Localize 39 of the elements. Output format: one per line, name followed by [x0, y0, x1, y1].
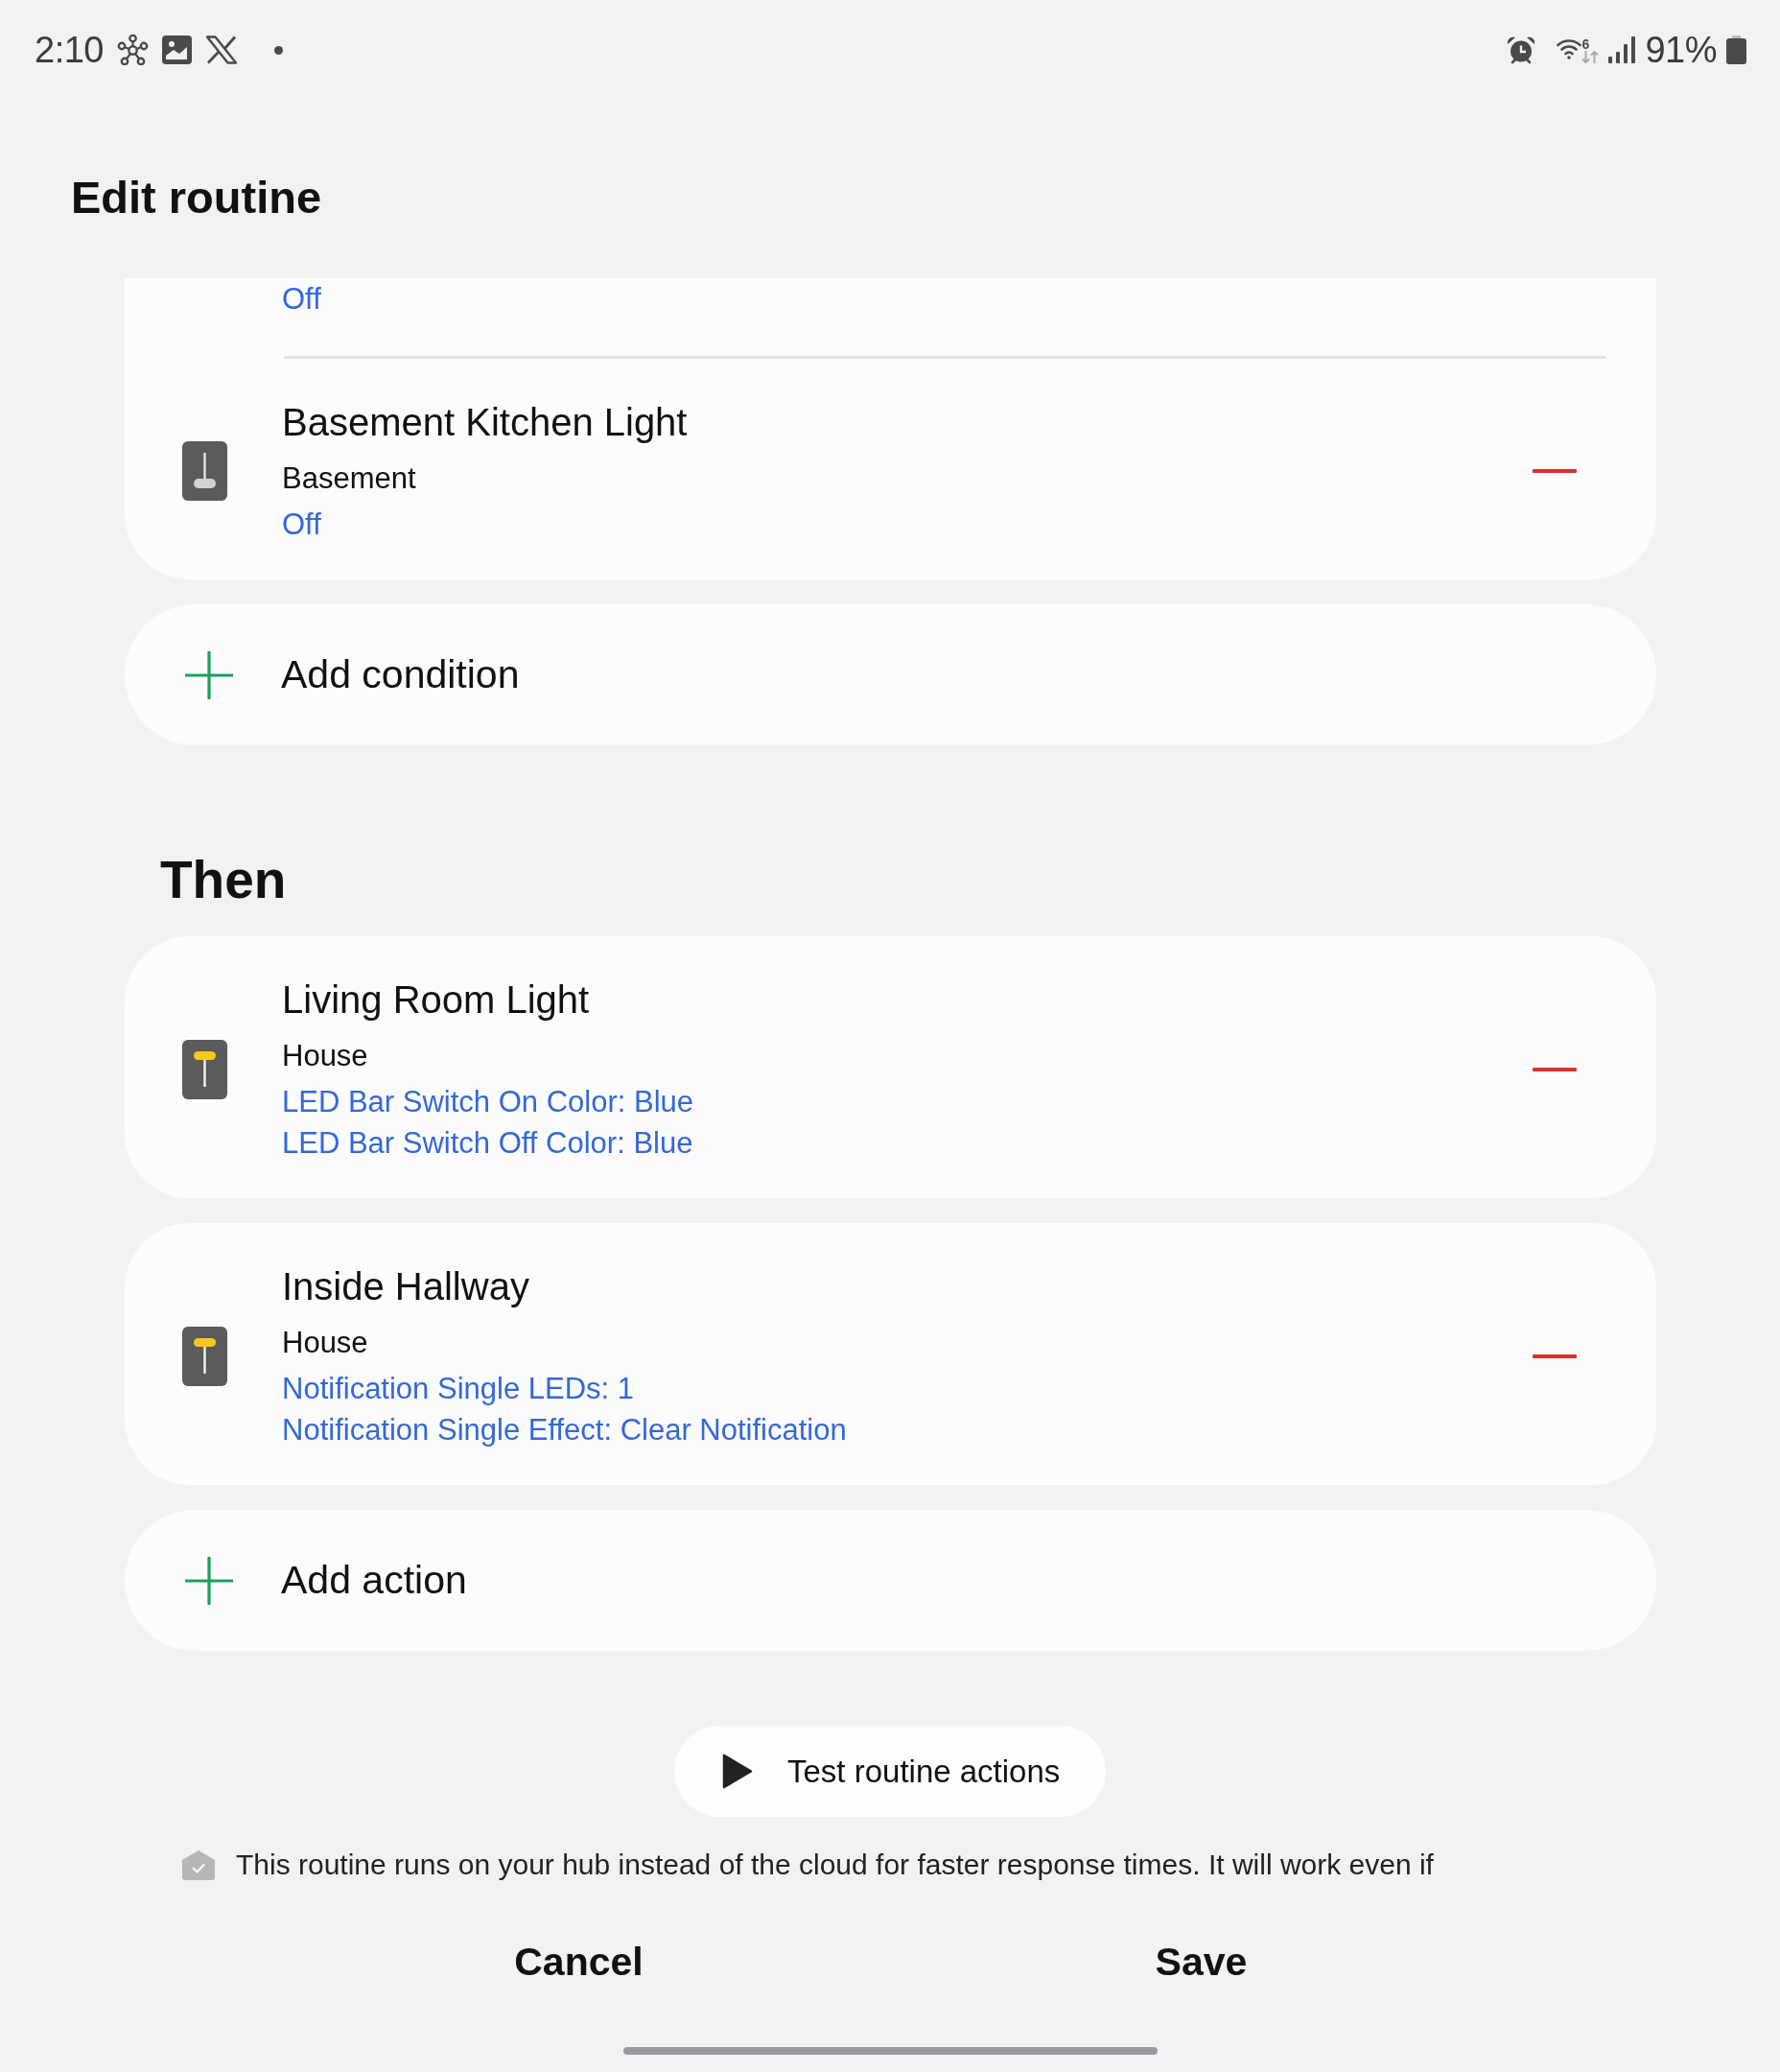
battery-icon: [1726, 35, 1746, 64]
device-location: House: [282, 1038, 368, 1074]
device-status: Off: [282, 281, 321, 318]
network-nodes-icon: [116, 35, 149, 65]
plus-icon: [185, 1556, 233, 1605]
device-status: Off: [282, 506, 321, 543]
save-button[interactable]: Save: [890, 1919, 1512, 2005]
play-icon: [722, 1754, 753, 1789]
minus-icon: [1533, 469, 1577, 473]
section-heading: Then: [160, 849, 287, 911]
home-check-icon: [182, 1849, 215, 1880]
add-condition-button[interactable]: Add condition: [125, 604, 1656, 745]
minus-icon: [1533, 1067, 1577, 1071]
image-icon: [161, 35, 192, 64]
alarm-clock-icon: [1507, 35, 1536, 64]
data-arrows-icon: [1581, 50, 1600, 63]
plus-icon: [185, 650, 233, 699]
wifi-standard-label: 6: [1581, 36, 1590, 51]
notification-dot-icon: [273, 45, 283, 55]
device-name: Living Room Light: [282, 977, 590, 1023]
battery-percent: 91%: [1645, 29, 1717, 71]
test-routine-button[interactable]: Test routine actions: [674, 1726, 1106, 1817]
device-name: Basement Kitchen Light: [282, 400, 688, 445]
device-status: Notification Single LEDs: 1: [282, 1371, 635, 1407]
device-status: LED Bar Switch On Color: Blue: [282, 1084, 693, 1120]
cancel-button[interactable]: Cancel: [268, 1919, 890, 2005]
minus-icon: [1533, 1354, 1577, 1358]
hub-note: This routine runs on your hub instead of the cloud for faster response times. It will work even if: [236, 1848, 1434, 1882]
status-time: 2:10: [35, 29, 104, 71]
add-action-button[interactable]: Add action: [125, 1510, 1656, 1651]
device-status: LED Bar Switch Off Color: Blue: [282, 1125, 693, 1162]
device-name: Inside Hallway: [282, 1264, 529, 1309]
cross-logo-icon: [204, 35, 238, 64]
device-status: Notification Single Effect: Clear Notification: [282, 1412, 847, 1448]
device-location: Basement: [282, 460, 416, 497]
wifi-icon: [1557, 36, 1582, 59]
page-title: Edit routine: [71, 171, 322, 224]
signal-bars-icon: [1608, 36, 1636, 63]
device-location: House: [282, 1325, 368, 1361]
